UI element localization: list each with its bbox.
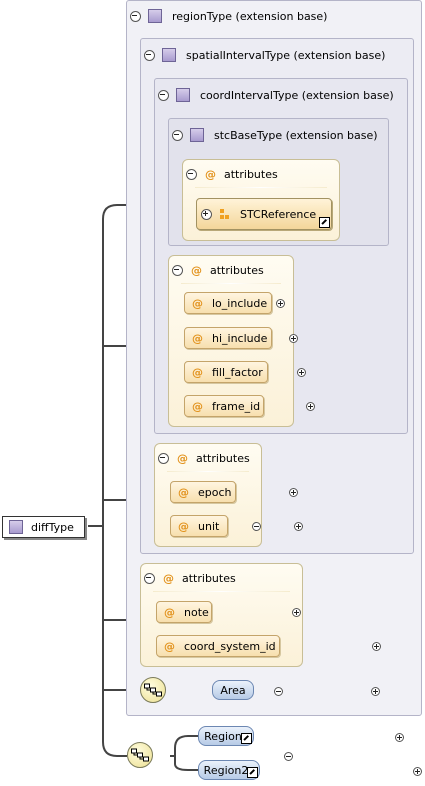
collapse-icon[interactable] [158, 452, 169, 464]
attribute-icon: @ [192, 365, 203, 379]
expand-icon[interactable] [276, 299, 285, 308]
attribute-hi-include[interactable]: @ hi_include [184, 327, 272, 349]
attribute-label: fill_factor [212, 365, 263, 379]
collapse-icon[interactable] [130, 10, 141, 22]
expand-icon[interactable] [292, 608, 301, 617]
expand-icon[interactable] [201, 208, 212, 220]
separator [167, 471, 249, 472]
collapse-icon[interactable] [274, 687, 283, 696]
reference-link-icon[interactable] [247, 767, 258, 778]
expand-icon[interactable] [293, 522, 303, 531]
attribute-icon: @ [191, 263, 202, 277]
attribute-label: hi_include [212, 331, 268, 345]
attribute-icon: @ [164, 605, 175, 619]
attribute-fill-factor[interactable]: @ fill_factor [184, 361, 268, 383]
attribute-icon: @ [178, 519, 189, 533]
attribute-note[interactable]: @ note [156, 601, 212, 623]
root-type-label: diffType [31, 520, 74, 534]
separator [181, 283, 281, 284]
separator [153, 591, 290, 592]
sequence-compositor-icon[interactable] [127, 742, 153, 768]
attribute-unit[interactable]: @ unit [170, 515, 228, 537]
collapse-icon[interactable] [172, 129, 183, 141]
expand-icon[interactable] [371, 642, 381, 651]
element-label: Region2 [203, 763, 249, 777]
attribute-icon: @ [192, 296, 203, 310]
complex-type-icon [176, 88, 190, 102]
reference-link-icon[interactable] [319, 217, 330, 228]
attribute-label: note [184, 605, 209, 619]
expand-icon[interactable] [305, 402, 315, 411]
element-region2[interactable]: Region2 [198, 760, 260, 780]
expand-icon[interactable] [297, 368, 306, 377]
attribute-icon: @ [163, 571, 174, 585]
attribute-label: epoch [198, 485, 232, 499]
attributes-label: attributes [182, 571, 236, 585]
attribute-group-icon [220, 208, 231, 220]
sequence-compositor-icon[interactable] [140, 677, 166, 703]
stc-base-type-label: stcBaseType (extension base) [214, 128, 378, 142]
attribute-icon: @ [178, 485, 189, 499]
attribute-lo-include[interactable]: @ lo_include [184, 292, 272, 314]
collapse-icon[interactable] [251, 522, 261, 531]
element-label: Area [220, 683, 246, 697]
stc-reference-label: STCReference [240, 207, 317, 221]
collapse-icon[interactable] [284, 752, 293, 761]
attributes-label: attributes [196, 451, 250, 465]
attributes-label: attributes [224, 167, 278, 181]
attribute-icon: @ [192, 399, 203, 413]
element-area[interactable]: Area [212, 680, 254, 700]
attribute-icon: @ [164, 639, 175, 653]
attribute-icon: @ [205, 167, 216, 181]
attribute-frame-id[interactable]: @ frame_id [184, 395, 264, 417]
complex-type-icon [9, 520, 23, 534]
expand-icon[interactable] [413, 767, 422, 776]
separator [195, 187, 327, 188]
attributes-label: attributes [210, 263, 264, 277]
root-complex-type[interactable]: diffType [2, 516, 85, 538]
complex-type-icon [162, 48, 176, 62]
attribute-icon: @ [192, 331, 203, 345]
element-label: Region [204, 729, 242, 743]
attribute-label: coord_system_id [184, 639, 276, 653]
attribute-icon: @ [177, 451, 188, 465]
stc-reference-attribute-group[interactable]: STCReference [196, 198, 332, 230]
complex-type-icon [190, 128, 204, 142]
attribute-coord-system-id[interactable]: @ coord_system_id [156, 635, 280, 657]
collapse-icon[interactable] [144, 49, 155, 61]
expand-icon[interactable] [288, 334, 298, 343]
expand-icon[interactable] [370, 687, 380, 696]
attribute-label: unit [198, 519, 220, 533]
expand-icon[interactable] [394, 733, 404, 742]
expand-icon[interactable] [289, 488, 298, 497]
collapse-icon[interactable] [186, 168, 197, 180]
region-type-label: regionType (extension base) [172, 9, 328, 23]
spatial-interval-type-label: spatialIntervalType (extension base) [186, 48, 386, 62]
complex-type-icon [148, 9, 162, 23]
element-region[interactable]: Region [198, 726, 254, 746]
coord-interval-type-label: coordIntervalType (extension base) [200, 88, 394, 102]
collapse-icon[interactable] [144, 572, 155, 584]
attribute-label: lo_include [212, 296, 268, 310]
collapse-icon[interactable] [158, 89, 169, 101]
attribute-epoch[interactable]: @ epoch [170, 481, 236, 503]
attribute-label: frame_id [212, 399, 261, 413]
reference-link-icon[interactable] [241, 733, 252, 744]
collapse-icon[interactable] [172, 264, 183, 276]
